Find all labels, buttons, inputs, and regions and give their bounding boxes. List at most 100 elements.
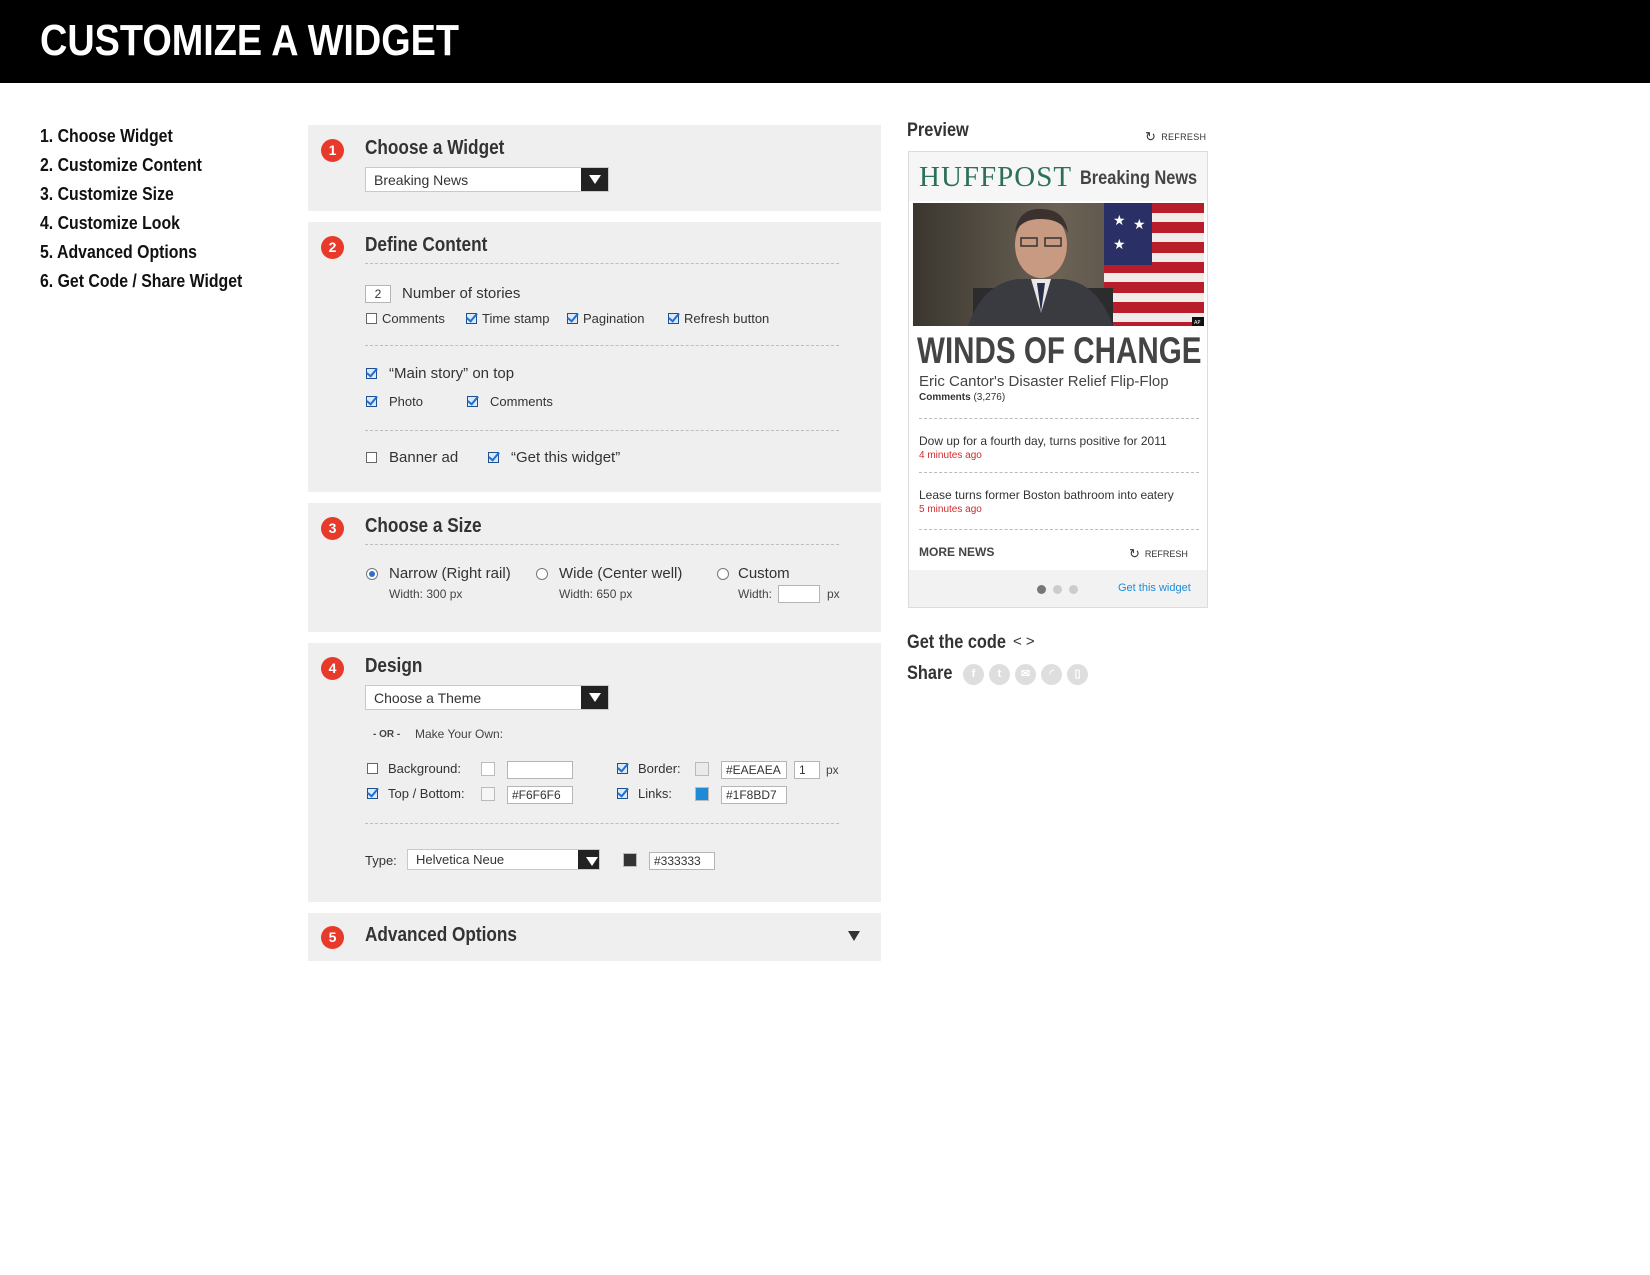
- main-comments-count[interactable]: Comments (3,276): [919, 392, 1005, 403]
- step-advanced-options[interactable]: 5. Advanced Options: [40, 242, 242, 271]
- wide-radio[interactable]: [536, 568, 548, 580]
- email-icon[interactable]: ✉: [1015, 664, 1036, 685]
- topbottom-swatch[interactable]: [481, 787, 495, 801]
- step-number: 3: [321, 517, 344, 540]
- or-label: - OR -: [373, 729, 401, 740]
- more-news-link[interactable]: MORE NEWS: [919, 545, 994, 559]
- divider: [919, 529, 1199, 530]
- page-title: CUSTOMIZE A WIDGET: [40, 16, 460, 65]
- step-get-code-share[interactable]: 6. Get Code / Share Widget: [40, 271, 242, 300]
- refresh-button-label: Refresh button: [684, 311, 770, 326]
- code-icon[interactable]: < >: [1013, 633, 1035, 650]
- main-story-photo[interactable]: ★ ★ ★ AP: [913, 203, 1204, 326]
- main-story-checkbox[interactable]: [366, 368, 377, 379]
- photo-label: Photo: [389, 394, 423, 409]
- banner-ad-checkbox[interactable]: [366, 452, 377, 463]
- timestamp-checkbox[interactable]: [466, 313, 477, 324]
- pagination-dot[interactable]: [1069, 585, 1078, 594]
- step-customize-size[interactable]: 3. Customize Size: [40, 184, 242, 213]
- get-this-widget-link[interactable]: Get this widget: [1118, 582, 1191, 594]
- divider: [919, 472, 1199, 473]
- panel-title: Define Content: [365, 234, 488, 256]
- svg-text:★: ★: [1113, 213, 1126, 229]
- custom-radio[interactable]: [717, 568, 729, 580]
- custom-width-input[interactable]: [778, 585, 820, 603]
- topbottom-color-input[interactable]: #F6F6F6: [507, 786, 573, 804]
- mobile-icon[interactable]: ▯: [1067, 664, 1088, 685]
- photo-checkbox[interactable]: [366, 396, 377, 407]
- divider: [365, 345, 839, 346]
- type-color-swatch[interactable]: [623, 853, 637, 867]
- expand-arrow-icon[interactable]: [848, 931, 860, 941]
- get-widget-label: “Get this widget”: [511, 449, 621, 466]
- news-item-title[interactable]: Lease turns former Boston bathroom into …: [919, 488, 1174, 502]
- pagination-checkbox[interactable]: [567, 313, 578, 324]
- border-width-unit: px: [826, 763, 839, 777]
- huffpost-logo: HUFFPOST: [919, 161, 1073, 193]
- links-swatch[interactable]: [695, 787, 709, 801]
- border-swatch[interactable]: [695, 762, 709, 776]
- step-customize-look[interactable]: 4. Customize Look: [40, 213, 242, 242]
- step-number: 1: [321, 139, 344, 162]
- facebook-icon[interactable]: f: [963, 664, 984, 685]
- step-choose-widget[interactable]: 1. Choose Widget: [40, 126, 242, 155]
- panel-title: Advanced Options: [365, 924, 517, 946]
- main-comments-checkbox[interactable]: [467, 396, 478, 407]
- refresh-label: REFRESH: [1161, 132, 1207, 142]
- rss-icon[interactable]: ◜: [1041, 664, 1062, 685]
- chevron-down-icon: [578, 850, 599, 869]
- widget-select[interactable]: Breaking News: [365, 167, 609, 192]
- refresh-button-checkbox[interactable]: [668, 313, 679, 324]
- background-color-input[interactable]: [507, 761, 573, 779]
- comments-checkbox[interactable]: [366, 313, 377, 324]
- divider: [919, 418, 1199, 419]
- custom-label: Custom: [738, 565, 790, 582]
- divider: [365, 544, 839, 545]
- type-color-input[interactable]: #333333: [649, 852, 715, 870]
- step-customize-content[interactable]: 2. Customize Content: [40, 155, 242, 184]
- panel-title: Choose a Widget: [365, 137, 505, 159]
- font-select-value: Helvetica Neue: [416, 852, 505, 867]
- get-code-label[interactable]: Get the code: [907, 632, 1006, 654]
- links-checkbox[interactable]: [617, 788, 628, 799]
- widget-refresh-link[interactable]: ↻ REFRESH: [1129, 546, 1188, 562]
- divider: [365, 430, 839, 431]
- theme-select[interactable]: Choose a Theme: [365, 685, 609, 710]
- widget-preview: HUFFPOST Breaking News ★ ★ ★ AP WINDS OF…: [908, 151, 1208, 608]
- narrow-radio[interactable]: [366, 568, 378, 580]
- font-select[interactable]: Helvetica Neue: [407, 849, 600, 870]
- refresh-icon: ↻: [1145, 129, 1157, 144]
- share-label: Share: [907, 663, 953, 684]
- steps-nav: 1. Choose Widget 2. Customize Content 3.…: [40, 126, 270, 300]
- border-width-input[interactable]: 1: [794, 761, 820, 779]
- pagination-dot[interactable]: [1053, 585, 1062, 594]
- narrow-label: Narrow (Right rail): [389, 565, 511, 582]
- border-color-input[interactable]: #EAEAEA: [721, 761, 787, 779]
- background-checkbox[interactable]: [367, 763, 378, 774]
- divider: [365, 823, 839, 824]
- twitter-icon[interactable]: t: [989, 664, 1010, 685]
- main-subhead[interactable]: Eric Cantor's Disaster Relief Flip-Flop: [919, 373, 1169, 390]
- main-headline[interactable]: WINDS OF CHANGE: [917, 330, 1201, 372]
- get-widget-checkbox[interactable]: [488, 452, 499, 463]
- pagination-dot[interactable]: [1037, 585, 1046, 594]
- panel-advanced-options[interactable]: 5 Advanced Options: [308, 913, 881, 961]
- refresh-link[interactable]: ↻ REFRESH: [1145, 129, 1206, 145]
- panel-design: 4 Design Choose a Theme - OR - Make Your…: [308, 643, 881, 902]
- border-checkbox[interactable]: [617, 763, 628, 774]
- photo-credit: AP: [1194, 320, 1200, 326]
- widget-select-value: Breaking News: [374, 172, 469, 188]
- topbottom-checkbox[interactable]: [367, 788, 378, 799]
- main-comments-label: Comments: [490, 394, 553, 409]
- num-stories-input[interactable]: 2: [365, 285, 391, 303]
- step-number: 4: [321, 657, 344, 680]
- news-item-time: 4 minutes ago: [919, 450, 982, 461]
- background-swatch[interactable]: [481, 762, 495, 776]
- step-number: 5: [321, 926, 344, 949]
- chevron-down-icon: [581, 686, 608, 709]
- panel-title: Design: [365, 655, 423, 677]
- custom-width-unit: px: [827, 587, 840, 601]
- links-color-input[interactable]: #1F8BD7: [721, 786, 787, 804]
- news-item-title[interactable]: Dow up for a fourth day, turns positive …: [919, 434, 1167, 448]
- photo-image: ★ ★ ★ AP: [913, 203, 1204, 326]
